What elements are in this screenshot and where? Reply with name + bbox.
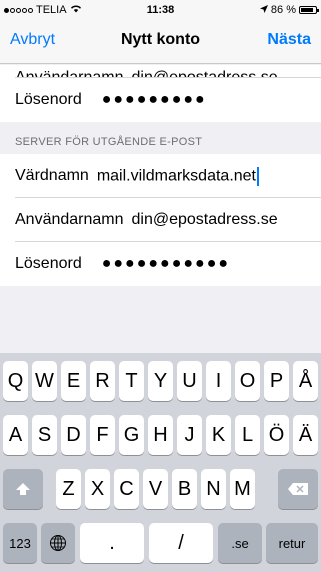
incoming-password-row[interactable]: Lösenord ●●●●●●●●●	[0, 78, 321, 122]
outgoing-host-row[interactable]: Värdnamn mail.vildmarksdata.net	[0, 154, 321, 198]
slash-key[interactable]: /	[149, 523, 213, 563]
key-t[interactable]: T	[119, 361, 144, 401]
key-y[interactable]: Y	[148, 361, 173, 401]
key-u[interactable]: U	[177, 361, 202, 401]
key-q[interactable]: Q	[3, 361, 28, 401]
key-h[interactable]: H	[148, 415, 173, 455]
outgoing-host-field[interactable]: mail.vildmarksdata.net	[96, 166, 259, 186]
key-å[interactable]: Å	[293, 361, 318, 401]
keyboard-row-1: QWERTYUIOPÅ	[0, 361, 321, 401]
outgoing-password-field[interactable]: ●●●●●●●●●●●	[102, 255, 230, 273]
key-x[interactable]: X	[85, 469, 110, 509]
shift-key[interactable]	[3, 469, 43, 509]
shift-arrow-icon	[16, 483, 30, 495]
key-n[interactable]: N	[201, 469, 226, 509]
account-form: Användarnamn din@epostadress.se Lösenord…	[0, 65, 321, 286]
keyboard-row-3: ZXCVBNM	[0, 469, 321, 509]
incoming-username-row[interactable]: Användarnamn din@epostadress.se	[0, 65, 321, 78]
outgoing-host-value: mail.vildmarksdata.net	[96, 167, 256, 185]
location-arrow-icon	[259, 4, 268, 16]
keyboard-row-4: 123 . / .se retur	[0, 523, 321, 563]
outgoing-username-row[interactable]: Användarnamn din@epostadress.se	[0, 198, 321, 242]
key-i[interactable]: I	[206, 361, 231, 401]
outgoing-host-label: Värdnamn	[15, 167, 89, 184]
keyboard-row-2: ASDFGHJKLÖÄ	[0, 415, 321, 455]
key-k[interactable]: K	[206, 415, 231, 455]
navigation-bar: Avbryt Nytt konto Nästa	[0, 20, 321, 64]
outgoing-password-row[interactable]: Lösenord ●●●●●●●●●●●	[0, 242, 321, 286]
incoming-password-label: Lösenord	[15, 91, 82, 108]
outgoing-section-header: SERVER FÖR UTGÅENDE E-POST	[0, 122, 321, 154]
globe-icon	[50, 535, 66, 551]
key-ö[interactable]: Ö	[264, 415, 289, 455]
key-s[interactable]: S	[32, 415, 57, 455]
key-m[interactable]: M	[230, 469, 255, 509]
outgoing-username-field[interactable]: din@epostadress.se	[132, 211, 278, 229]
backspace-key[interactable]	[278, 469, 318, 509]
backspace-icon	[288, 483, 308, 495]
numbers-key[interactable]: 123	[3, 523, 37, 563]
next-button[interactable]: Nästa	[267, 31, 311, 49]
battery-icon	[299, 6, 319, 14]
key-c[interactable]: C	[114, 469, 139, 509]
key-p[interactable]: P	[264, 361, 289, 401]
key-e[interactable]: E	[61, 361, 86, 401]
screen: TELIA 11:38 86 % Avbryt Nytt konto Nästa…	[0, 0, 321, 572]
key-d[interactable]: D	[61, 415, 86, 455]
globe-key[interactable]	[41, 523, 75, 563]
key-w[interactable]: W	[32, 361, 57, 401]
key-g[interactable]: G	[119, 415, 144, 455]
battery-percent: 86 %	[270, 4, 296, 16]
key-v[interactable]: V	[143, 469, 168, 509]
key-z[interactable]: Z	[56, 469, 81, 509]
key-a[interactable]: A	[3, 415, 28, 455]
outgoing-password-label: Lösenord	[15, 255, 82, 272]
key-o[interactable]: O	[235, 361, 260, 401]
status-right: 86 %	[259, 4, 319, 16]
outgoing-username-label: Användarnamn	[15, 211, 124, 228]
se-domain-key[interactable]: .se	[218, 523, 262, 563]
key-f[interactable]: F	[90, 415, 115, 455]
key-b[interactable]: B	[172, 469, 197, 509]
key-ä[interactable]: Ä	[293, 415, 318, 455]
key-j[interactable]: J	[177, 415, 202, 455]
key-l[interactable]: L	[235, 415, 260, 455]
keyboard: QWERTYUIOPÅ ASDFGHJKLÖÄ ZXCVBNM 123 . / …	[0, 353, 321, 572]
return-key[interactable]: retur	[266, 523, 318, 563]
dot-key[interactable]: .	[80, 523, 144, 563]
text-cursor	[257, 166, 259, 186]
key-r[interactable]: R	[90, 361, 115, 401]
incoming-password-field[interactable]: ●●●●●●●●●	[102, 91, 207, 109]
status-bar: TELIA 11:38 86 %	[0, 0, 321, 20]
